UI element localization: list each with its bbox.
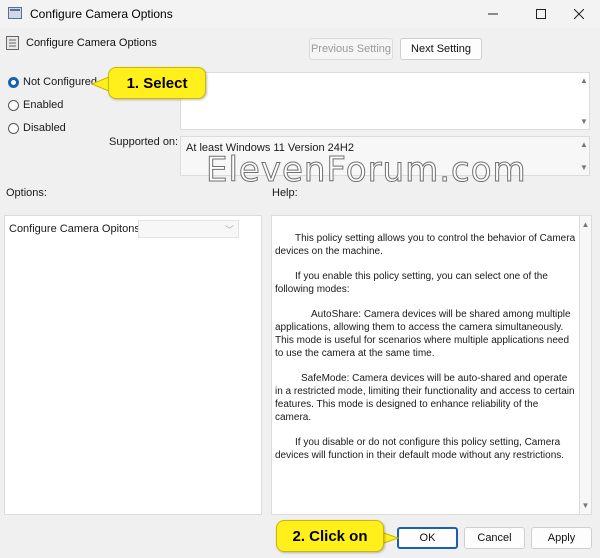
radio-selected-indicator [8,76,19,88]
policy-icon [6,36,19,50]
radio-disabled-label: Disabled [23,122,66,134]
radio-indicator [8,122,19,134]
help-paragraph: This policy setting allows you to contro… [275,233,576,257]
scroll-up-icon[interactable]: ▲ [580,140,588,149]
previous-setting-button[interactable]: Previous Setting [309,38,393,60]
comment-textbox[interactable] [180,72,590,130]
help-label: Help: [272,187,298,199]
radio-enabled[interactable]: Enabled [8,99,63,111]
scroll-up-icon[interactable]: ▲ [582,220,590,229]
camera-options-dropdown[interactable]: ﹀ [138,220,239,238]
close-icon[interactable] [556,0,600,28]
help-paragraph: SafeMode: Camera devices will be auto-sh… [275,373,575,423]
cancel-button[interactable]: Cancel [464,527,525,549]
apply-button[interactable]: Apply [531,527,592,549]
radio-enabled-label: Enabled [23,99,64,111]
radio-disabled[interactable]: Disabled [8,122,66,134]
comment-scrollbar[interactable]: ▲ ▼ [578,72,590,130]
camera-options-field-label: Configure Camera Opitons: [9,223,143,235]
chevron-down-icon: ﹀ [224,225,234,235]
scroll-down-icon[interactable]: ▼ [580,117,588,126]
help-paragraph: If you disable or do not configure this … [275,437,565,461]
watermark: ElevenForum.com [206,150,527,191]
radio-not-configured[interactable]: Not Configured [8,76,97,88]
radio-indicator [8,99,19,111]
scroll-up-icon[interactable]: ▲ [580,76,588,85]
radio-not-configured-label: Not Configured [23,76,97,88]
minimize-icon[interactable] [470,0,516,28]
callout-select: 1. Select [108,67,206,99]
supported-scrollbar[interactable]: ▲ ▼ [578,136,590,176]
options-label: Options: [6,187,47,199]
window-title: Configure Camera Options [30,7,173,21]
policy-window-icon [8,7,22,19]
scroll-down-icon[interactable]: ▼ [582,501,590,510]
next-setting-button[interactable]: Next Setting [400,38,482,60]
supported-on-label: Supported on: [109,136,179,148]
policy-title: Configure Camera Options [26,37,157,49]
callout-click-on: 2. Click on [276,520,384,552]
options-pane: Configure Camera Opitons: ﹀ [4,215,262,515]
ok-button[interactable]: OK [397,527,458,549]
scroll-down-icon[interactable]: ▼ [580,163,588,172]
help-paragraph: If you enable this policy setting, you c… [275,271,548,295]
help-scrollbar[interactable]: ▲ ▼ [580,215,592,515]
help-paragraph: AutoShare: Camera devices will be shared… [275,309,571,359]
help-pane: This policy setting allows you to contro… [271,215,580,515]
